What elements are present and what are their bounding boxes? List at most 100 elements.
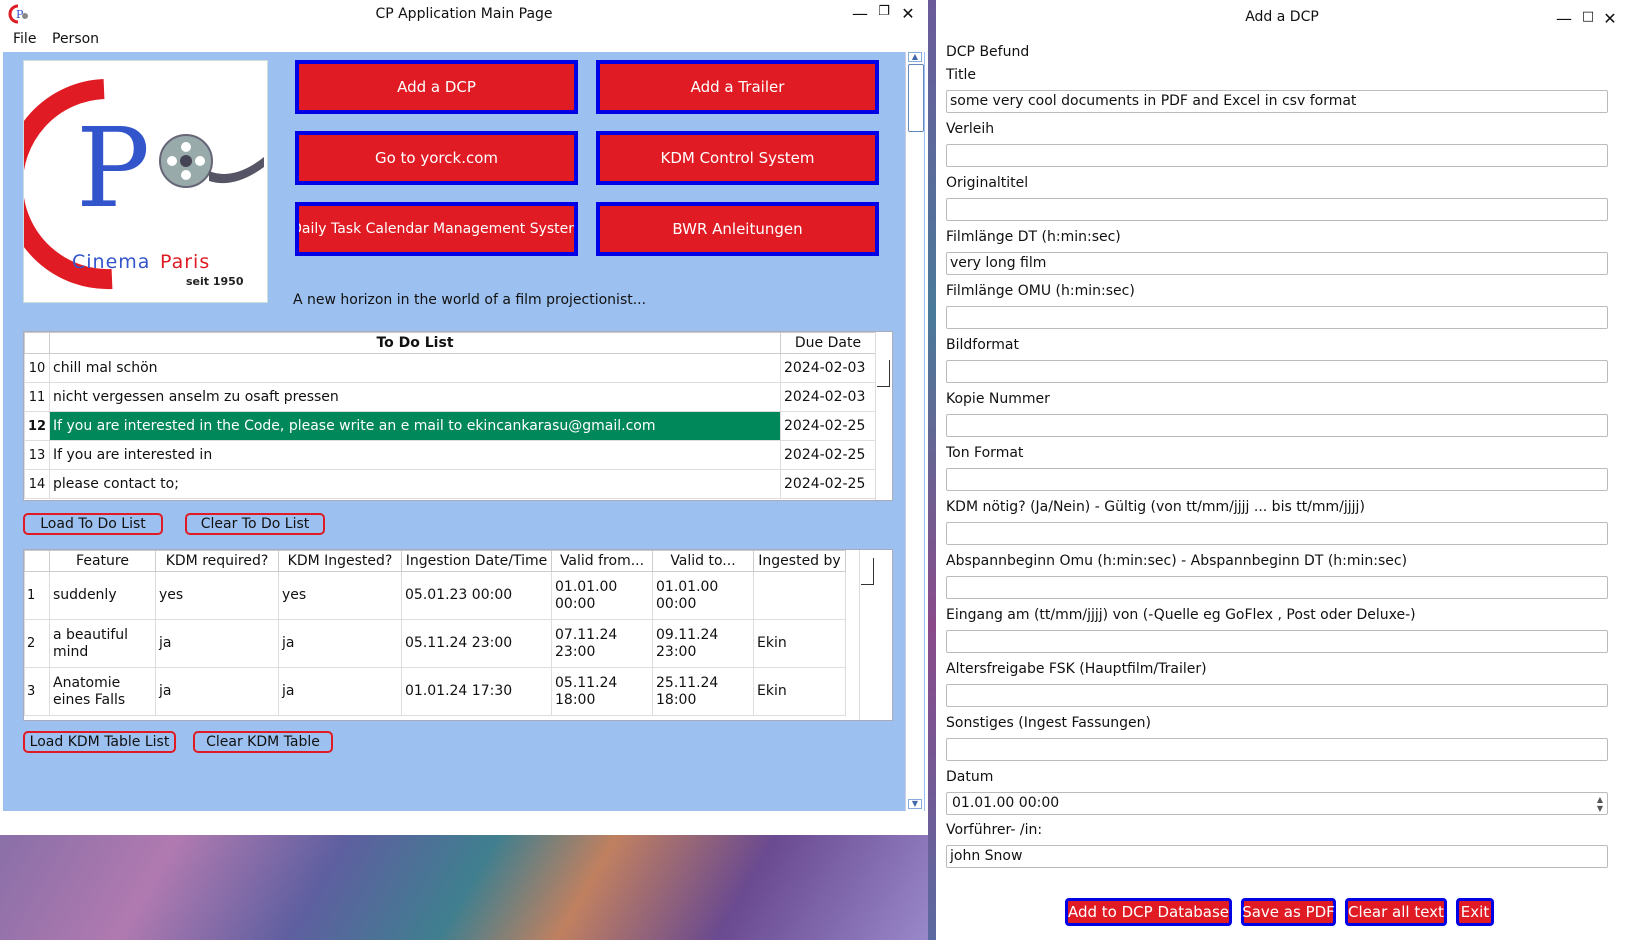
kdm-required-cell[interactable]: ja (155, 619, 279, 668)
kdm-control-button[interactable]: KDM Control System (596, 131, 879, 185)
clear-todo-button[interactable]: Clear To Do List (185, 513, 325, 535)
kdm-header-ingestion-date[interactable]: Ingestion Date/Time (401, 550, 552, 572)
table-row[interactable]: 2 a beautiful mind ja ja 05.11.24 23:00 … (24, 619, 846, 668)
kdm-ingested-cell[interactable]: ja (278, 667, 402, 716)
daily-task-calendar-button[interactable]: Daily Task Calendar Management System (295, 202, 578, 256)
clear-all-text-button[interactable]: Clear all text (1345, 898, 1447, 926)
save-as-pdf-button[interactable]: Save as PDF (1241, 898, 1336, 926)
kdm-required-cell[interactable]: yes (155, 571, 279, 620)
add-dcp-window: Add a DCP — □ ✕ DCP Befund Title some ve… (936, 0, 1628, 940)
maximize-icon[interactable]: ❐ (874, 4, 894, 19)
kdm-feature-cell[interactable]: suddenly (49, 571, 156, 620)
load-todo-button[interactable]: Load To Do List (23, 513, 163, 535)
todo-due-cell[interactable]: 2024-02-25 (780, 411, 876, 441)
kdm-header-ingested[interactable]: KDM Ingested? (278, 550, 402, 572)
datum-datetime-input[interactable]: 01.01.00 00:00 ▲ ▼ (946, 792, 1608, 815)
bwr-anleitungen-button[interactable]: BWR Anleitungen (596, 202, 879, 256)
kdm-date-cell[interactable]: 05.01.23 00:00 (401, 571, 552, 620)
clear-kdm-button[interactable]: Clear KDM Table (193, 731, 333, 753)
spin-arrows-icon[interactable]: ▲ ▼ (1597, 795, 1603, 813)
todo-task-cell[interactable]: If you are interested in (49, 440, 781, 470)
kdm-by-cell[interactable]: Ekin (753, 667, 846, 716)
todo-task-cell[interactable]: If you are interested in the Code, pleas… (49, 411, 781, 441)
bildformat-label: Bildformat (946, 337, 1019, 353)
altersfreigabe-input[interactable] (946, 684, 1608, 707)
kdm-header-ingested-by[interactable]: Ingested by (753, 550, 846, 572)
vorfuehrer-input[interactable]: john Snow (946, 845, 1608, 868)
menu-file[interactable]: File (13, 31, 36, 47)
todo-header-due[interactable]: Due Date (780, 332, 876, 354)
dcp-window-title: Add a DCP (1245, 9, 1319, 25)
table-row[interactable]: 3 Anatomie eines Falls ja ja 01.01.24 17… (24, 667, 846, 716)
ton-format-input[interactable] (946, 468, 1608, 491)
kdm-noetig-input[interactable] (946, 522, 1608, 545)
kdm-valid-from-cell[interactable]: 05.11.24 18:00 (551, 667, 653, 716)
todo-scroll-thumb[interactable] (877, 360, 890, 387)
filmlaenge-omu-input[interactable] (946, 306, 1608, 329)
table-row[interactable]: 11 nicht vergessen anselm zu osaft press… (24, 382, 876, 412)
add-to-dcp-database-button[interactable]: Add to DCP Database (1065, 898, 1232, 926)
sonstiges-input[interactable] (946, 738, 1608, 761)
todo-scrollbar[interactable] (875, 332, 892, 500)
add-dcp-button[interactable]: Add a DCP (295, 60, 578, 114)
exit-button[interactable]: Exit (1456, 898, 1494, 926)
todo-header-task[interactable]: To Do List (49, 332, 781, 354)
eingang-input[interactable] (946, 630, 1608, 653)
scroll-down-icon[interactable]: ▼ (908, 799, 922, 809)
add-trailer-button[interactable]: Add a Trailer (596, 60, 879, 114)
kdm-date-cell[interactable]: 05.11.24 23:00 (401, 619, 552, 668)
verleih-input[interactable] (946, 144, 1608, 167)
todo-due-cell[interactable]: 2024-02-25 (780, 469, 876, 499)
todo-due-cell[interactable]: 2024-02-03 (780, 353, 876, 383)
scroll-up-icon[interactable]: ▲ (908, 52, 922, 62)
todo-due-cell[interactable]: 2024-02-25 (780, 440, 876, 470)
kdm-header-valid-from[interactable]: Valid from... (551, 550, 653, 572)
kdm-feature-cell[interactable]: a beautiful mind (49, 619, 156, 668)
kdm-feature-cell[interactable]: Anatomie eines Falls (49, 667, 156, 716)
originaltitel-input[interactable] (946, 198, 1608, 221)
main-titlebar: P CP Application Main Page — ❐ ✕ (0, 0, 928, 28)
abspannbeginn-input[interactable] (946, 576, 1608, 599)
table-row[interactable]: 10 chill mal schön 2024-02-03 (24, 353, 876, 383)
table-row[interactable]: 14 please contact to; 2024-02-25 (24, 469, 876, 499)
kdm-ingested-cell[interactable]: ja (278, 619, 402, 668)
kdm-header-valid-to[interactable]: Valid to... (652, 550, 754, 572)
kdm-header-required[interactable]: KDM required? (155, 550, 279, 572)
todo-task-cell[interactable]: chill mal schön (49, 353, 781, 383)
todo-due-cell[interactable]: 2024-02-03 (780, 382, 876, 412)
row-number: 10 (24, 353, 50, 383)
kdm-by-cell[interactable] (753, 571, 846, 620)
kdm-valid-from-cell[interactable]: 07.11.24 23:00 (551, 619, 653, 668)
close-icon[interactable]: ✕ (1600, 9, 1620, 28)
kdm-valid-to-cell[interactable]: 09.11.24 23:00 (652, 619, 754, 668)
table-row-selected[interactable]: 12 If you are interested in the Code, pl… (24, 411, 876, 441)
kdm-valid-from-cell[interactable]: 01.01.00 00:00 (551, 571, 653, 620)
kdm-by-cell[interactable]: Ekin (753, 619, 846, 668)
yorck-link-button[interactable]: Go to yorck.com (295, 131, 578, 185)
kdm-scrollbar[interactable] (859, 550, 876, 720)
maximize-icon[interactable]: □ (1578, 9, 1598, 24)
todo-corner (24, 332, 50, 354)
kdm-required-cell[interactable]: ja (155, 667, 279, 716)
table-row[interactable]: 1 suddenly yes yes 05.01.23 00:00 01.01.… (24, 571, 846, 620)
close-icon[interactable]: ✕ (898, 4, 918, 23)
kdm-date-cell[interactable]: 01.01.24 17:30 (401, 667, 552, 716)
kopie-nummer-input[interactable] (946, 414, 1608, 437)
kdm-ingested-cell[interactable]: yes (278, 571, 402, 620)
kdm-scroll-thumb[interactable] (861, 558, 874, 585)
todo-task-cell[interactable]: nicht vergessen anselm zu osaft pressen (49, 382, 781, 412)
kdm-valid-to-cell[interactable]: 01.01.00 00:00 (652, 571, 754, 620)
bildformat-input[interactable] (946, 360, 1608, 383)
todo-task-cell[interactable]: please contact to; (49, 469, 781, 499)
minimize-icon[interactable]: — (1554, 9, 1574, 28)
minimize-icon[interactable]: — (850, 4, 870, 23)
main-scrollbar[interactable]: ▲ ▼ (905, 52, 924, 811)
title-input[interactable]: some very cool documents in PDF and Exce… (946, 90, 1608, 113)
menu-person[interactable]: Person (52, 31, 99, 47)
main-scroll-thumb[interactable] (908, 64, 924, 132)
table-row[interactable]: 13 If you are interested in 2024-02-25 (24, 440, 876, 470)
load-kdm-button[interactable]: Load KDM Table List (23, 731, 176, 753)
kdm-header-feature[interactable]: Feature (49, 550, 156, 572)
filmlaenge-dt-input[interactable]: very long film (946, 252, 1608, 275)
kdm-valid-to-cell[interactable]: 25.11.24 18:00 (652, 667, 754, 716)
